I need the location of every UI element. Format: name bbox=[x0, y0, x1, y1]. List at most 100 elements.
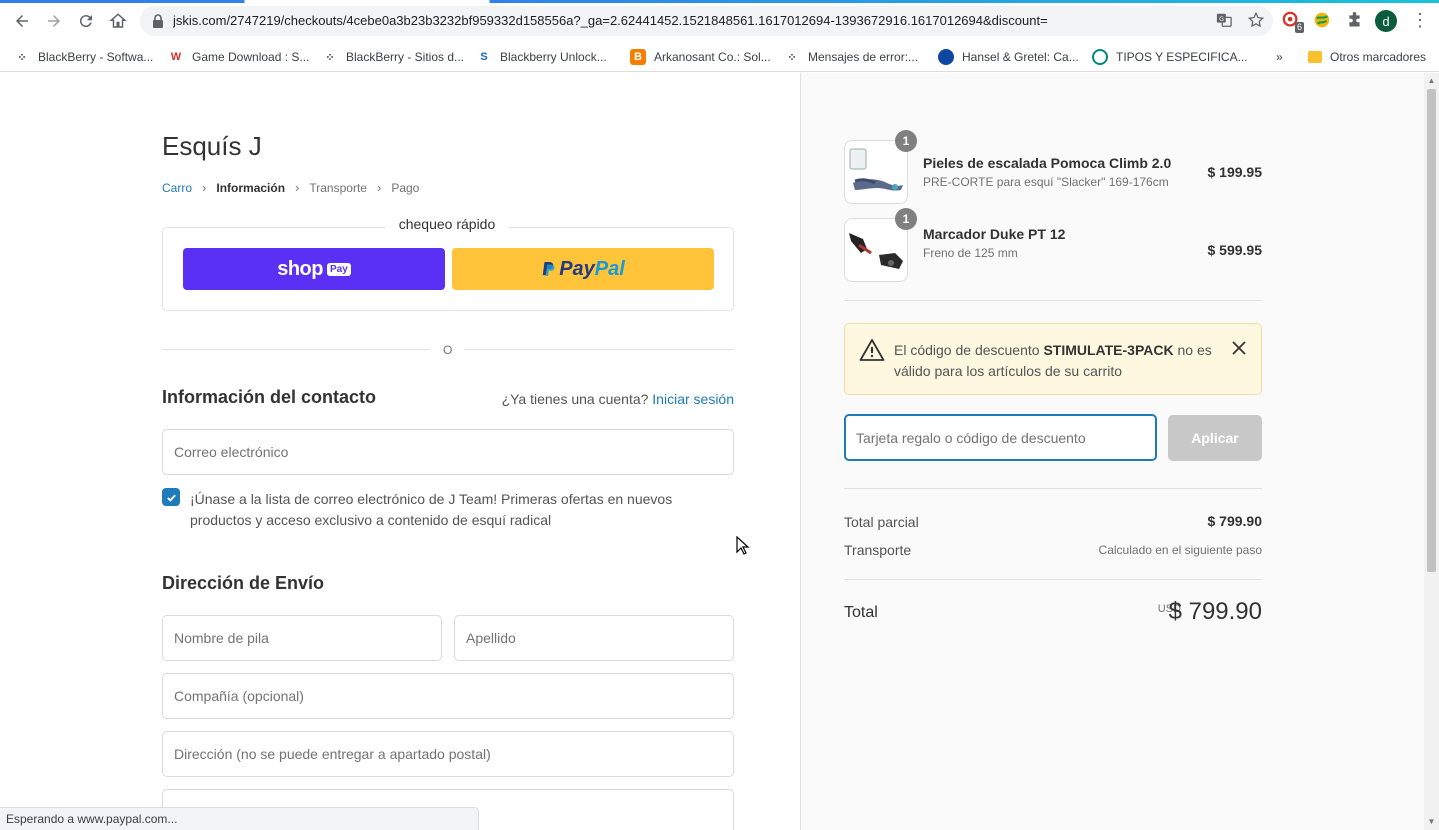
last-name-input[interactable] bbox=[455, 616, 733, 660]
blogger-icon: B bbox=[630, 49, 646, 65]
blackberry-icon: ⁘ bbox=[787, 51, 797, 64]
bookmark-item[interactable]: Hansel & Gretel: Ca... bbox=[938, 46, 1079, 68]
bookmark-item[interactable]: ⁘ BlackBerry - Softwa... bbox=[14, 46, 153, 68]
quantity-badge: 1 bbox=[895, 130, 917, 152]
newsletter-label[interactable]: ¡Únase a la lista de correo electrónico … bbox=[190, 489, 735, 531]
address-bar[interactable]: jskis.com/2747219/checkouts/4cebe0a3b23b… bbox=[140, 6, 1273, 36]
shop-title[interactable]: Esquís J bbox=[162, 131, 262, 162]
discount-code-input[interactable] bbox=[846, 416, 1155, 459]
newsletter-checkbox[interactable] bbox=[162, 488, 180, 506]
profile-avatar[interactable]: d bbox=[1375, 10, 1397, 32]
subtotal-value: $ 799.90 bbox=[1207, 513, 1263, 529]
breadcrumb-information: Información bbox=[216, 180, 286, 195]
scroll-down-icon[interactable]: ▼ bbox=[1427, 817, 1436, 826]
w-logo-icon: W bbox=[170, 51, 182, 63]
folder-icon bbox=[1308, 51, 1322, 63]
shipping-value: Calculado en el siguiente paso bbox=[1098, 543, 1262, 557]
bookmark-item[interactable]: B Arkanosant Co.: Sol... bbox=[630, 46, 771, 68]
blackberry-icon: ⁘ bbox=[17, 51, 27, 64]
shop-pay-badge: Pay bbox=[326, 262, 351, 276]
company-input[interactable] bbox=[163, 674, 733, 718]
breadcrumb: Carro › Información › Transporte › Pago bbox=[162, 180, 419, 195]
blackberry-icon: ⁘ bbox=[325, 51, 335, 64]
more-bookmarks-icon[interactable]: » bbox=[1276, 46, 1283, 68]
email-input[interactable] bbox=[163, 430, 733, 474]
total-value: $ 799.90 bbox=[1168, 598, 1262, 625]
translate-icon[interactable]: G bbox=[1215, 11, 1233, 29]
alert-message: El código de descuento STIMULATE-3PACK n… bbox=[894, 342, 1212, 379]
globe-icon bbox=[938, 49, 954, 65]
extension-globe-icon[interactable] bbox=[1312, 10, 1332, 30]
warning-icon bbox=[859, 339, 885, 361]
item-name: Pieles de escalada Pomoca Climb 2.0 bbox=[923, 155, 1172, 171]
subtotal-label: Total parcial bbox=[844, 514, 919, 530]
bookmark-item[interactable]: ⁘ BlackBerry - Sitios d... bbox=[322, 46, 464, 68]
loading-progress-bar bbox=[0, 0, 1439, 3]
extension-grammar-icon[interactable]: 6 bbox=[1281, 10, 1304, 33]
extension-badge: 6 bbox=[1294, 22, 1304, 33]
or-divider: O bbox=[162, 343, 734, 357]
bookmarks-bar: ⁘ BlackBerry - Softwa... W Game Download :… bbox=[0, 42, 1439, 72]
first-name-field[interactable] bbox=[162, 615, 442, 661]
mouse-cursor-icon bbox=[736, 536, 750, 555]
first-name-input[interactable] bbox=[163, 616, 441, 660]
scroll-up-icon[interactable]: ▲ bbox=[1427, 76, 1436, 85]
contact-heading: Información del contacto bbox=[162, 387, 377, 407]
checkout-page: Esquís J Carro › Información › Transport… bbox=[0, 73, 1439, 830]
arrow-left-icon bbox=[16, 15, 28, 27]
discount-error-alert: El código de descuento STIMULATE-3PACK n… bbox=[844, 323, 1262, 395]
shop-pay-button[interactable]: shop Pay bbox=[183, 248, 445, 290]
cart-item: 1 Pieles de escalada Pomoca Climb 2.0 PR… bbox=[844, 130, 1263, 204]
order-summary: 1 Pieles de escalada Pomoca Climb 2.0 PR… bbox=[800, 73, 1424, 830]
divider bbox=[844, 488, 1262, 489]
other-bookmarks[interactable]: Otros marcadores bbox=[1308, 46, 1426, 68]
shipping-heading: Dirección de Envío bbox=[162, 573, 325, 593]
chevron-right-icon: › bbox=[202, 180, 207, 195]
item-price: $ 199.95 bbox=[1207, 164, 1263, 180]
bookmark-item[interactable]: W Game Download : S... bbox=[168, 46, 310, 68]
paypal-word-pal: Pal bbox=[594, 257, 625, 280]
url-text[interactable]: jskis.com/2747219/checkouts/4cebe0a3b23b… bbox=[173, 13, 1193, 28]
back-button[interactable] bbox=[6, 5, 38, 37]
forward-button[interactable] bbox=[38, 5, 70, 37]
extensions-puzzle-icon[interactable] bbox=[1344, 10, 1364, 30]
breadcrumb-shipping: Transporte bbox=[309, 180, 367, 195]
item-name: Marcador Duke PT 12 bbox=[923, 226, 1066, 242]
shipping-label: Transporte bbox=[844, 542, 912, 558]
divider bbox=[844, 579, 1262, 580]
last-name-field[interactable] bbox=[454, 615, 734, 661]
breadcrumb-cart[interactable]: Carro bbox=[162, 181, 192, 195]
lock-icon bbox=[153, 14, 163, 28]
home-button[interactable] bbox=[102, 5, 134, 37]
login-link[interactable]: Iniciar sesión bbox=[652, 391, 734, 407]
home-icon bbox=[109, 13, 127, 28]
checkmark-icon bbox=[166, 494, 176, 502]
item-variant: PRE-CORTE para esquí "Slacker" 169-176cm bbox=[923, 175, 1169, 189]
paypal-icon bbox=[542, 262, 555, 276]
address-field[interactable] bbox=[162, 731, 734, 777]
browser-menu-icon[interactable]: ⋮ bbox=[1411, 11, 1429, 29]
discount-code-field[interactable] bbox=[844, 414, 1157, 461]
shop-pay-logo: shop bbox=[277, 257, 323, 280]
main-column: Esquís J Carro › Información › Transport… bbox=[0, 73, 800, 830]
page-scrollbar[interactable]: ▲ ▼ bbox=[1424, 73, 1439, 830]
chevron-right-icon: › bbox=[295, 180, 300, 195]
apply-discount-button[interactable]: Aplicar bbox=[1168, 415, 1262, 461]
paypal-button[interactable]: Pay Pal bbox=[452, 248, 714, 290]
browser-toolbar: jskis.com/2747219/checkouts/4cebe0a3b23b… bbox=[0, 0, 1439, 42]
close-icon[interactable] bbox=[1231, 340, 1247, 356]
breadcrumb-payment: Pago bbox=[391, 180, 420, 195]
scrollbar-thumb[interactable] bbox=[1427, 89, 1436, 572]
email-field[interactable] bbox=[162, 429, 734, 475]
bookmark-item[interactable]: ⁘ Mensajes de error:... bbox=[784, 46, 918, 68]
arrow-right-icon bbox=[48, 15, 60, 27]
paypal-word-pay: Pay bbox=[559, 257, 595, 280]
express-checkout-box: shop Pay Pay Pal bbox=[162, 227, 734, 311]
bookmark-item[interactable]: S Blackberry Unlock... bbox=[476, 46, 606, 68]
star-bookmark-icon[interactable] bbox=[1247, 11, 1265, 29]
company-field[interactable] bbox=[162, 673, 734, 719]
reload-button[interactable] bbox=[70, 5, 102, 37]
item-variant: Freno de 125 mm bbox=[923, 246, 1018, 260]
bookmark-item[interactable]: TIPOS Y ESPECIFICA... bbox=[1092, 46, 1248, 68]
address-input[interactable] bbox=[163, 732, 733, 776]
